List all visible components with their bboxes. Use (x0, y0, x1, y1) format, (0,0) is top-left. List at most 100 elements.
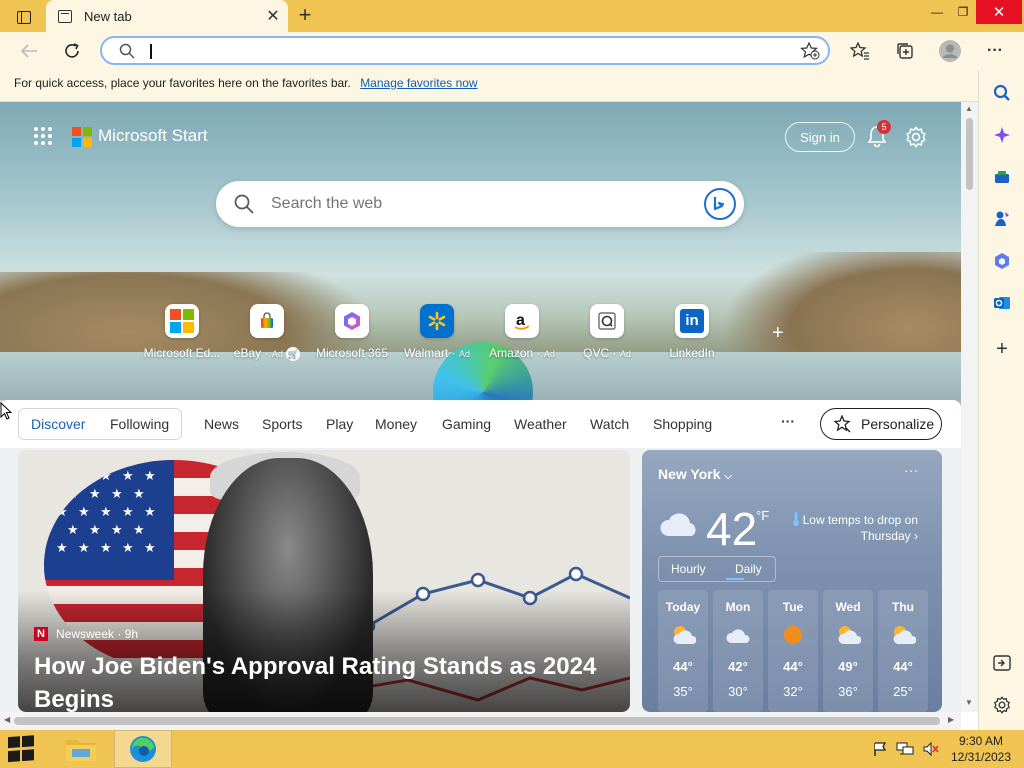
network-icon[interactable] (896, 741, 914, 757)
nav-weather[interactable]: Weather (514, 416, 567, 432)
minimize-button[interactable]: — (924, 0, 950, 24)
sidebar-m365-button[interactable] (989, 248, 1015, 274)
edge-sidebar: + (978, 70, 1024, 730)
sign-in-button[interactable]: Sign in (785, 122, 855, 152)
forecast-high: 49° (838, 659, 858, 674)
news-headline[interactable]: How Joe Biden's Approval Rating Stands a… (34, 650, 624, 712)
collections-icon (897, 43, 913, 59)
search-icon (119, 43, 135, 59)
bing-chat-button[interactable] (704, 188, 736, 220)
scroll-left-arrow-icon[interactable]: ◀ (4, 715, 10, 724)
quick-link-walmart[interactable]: Walmart · Ad (395, 304, 479, 360)
personalize-button[interactable]: Personalize (820, 408, 942, 440)
forecast-day[interactable]: Thu 44° 25° (878, 590, 928, 712)
refresh-button[interactable] (57, 36, 87, 66)
sidebar-search-button[interactable] (989, 80, 1015, 106)
quick-link-amazon[interactable]: a Amazon · Ad (480, 304, 564, 360)
vertical-scrollbar[interactable]: ▲ ▼ (961, 102, 978, 712)
taskbar-clock[interactable]: 9:30 AM 12/31/2023 (946, 733, 1016, 765)
vertical-scroll-thumb[interactable] (966, 118, 973, 190)
weather-alert[interactable]: Low temps to drop on Thursday › (792, 512, 918, 544)
web-search-input[interactable] (271, 193, 691, 215)
taskbar-edge[interactable] (114, 730, 172, 768)
nav-discover[interactable]: Discover (31, 416, 85, 432)
close-window-button[interactable]: ✕ (976, 0, 1022, 24)
tab-close-button[interactable]: ✕ (262, 5, 284, 27)
forecast-low: 35° (673, 684, 693, 699)
sidebar-games-button[interactable] (989, 206, 1015, 232)
nav-watch[interactable]: Watch (590, 416, 629, 432)
forecast-day[interactable]: Mon 42° 30° (713, 590, 763, 712)
feed-nav-bar: Discover Following News Sports Play Mone… (0, 400, 961, 448)
scroll-up-arrow-icon[interactable]: ▲ (965, 104, 973, 113)
page-content: Microsoft Start Sign in 5 Microsoft Ed..… (0, 102, 961, 712)
tab-hourly[interactable]: Hourly (671, 562, 706, 576)
nav-more-button[interactable]: ··· (781, 413, 795, 429)
toolbar: ··· (0, 32, 1024, 70)
app-launcher-icon[interactable] (34, 127, 52, 145)
nav-sports[interactable]: Sports (262, 416, 302, 432)
nav-news[interactable]: News (204, 416, 239, 432)
quick-link-label: Amazon (489, 346, 534, 360)
newsweek-logo-icon: N (34, 627, 48, 641)
collections-button[interactable] (890, 36, 920, 66)
address-bar[interactable] (100, 36, 830, 65)
address-input[interactable] (152, 41, 772, 61)
restore-button[interactable]: ❐ (950, 0, 976, 24)
sidebar-outlook-button[interactable] (989, 290, 1015, 316)
tab-actions-button[interactable] (10, 6, 38, 28)
svg-text:a: a (516, 312, 525, 329)
sidebar-add-button[interactable]: + (989, 336, 1015, 362)
volume-muted-icon[interactable] (922, 741, 940, 757)
flag-icon[interactable] (872, 741, 888, 757)
nav-money[interactable]: Money (375, 416, 417, 432)
settings-more-button[interactable]: ··· (980, 36, 1010, 66)
partly-cloudy-icon (673, 626, 697, 644)
forecast-day[interactable]: Today 44° 35° (658, 590, 708, 712)
tab-actions-icon (17, 10, 31, 24)
manage-favorites-link[interactable]: Manage favorites now (360, 76, 477, 90)
sidebar-settings-button[interactable] (989, 692, 1015, 718)
nav-shopping[interactable]: Shopping (653, 416, 712, 432)
add-favorite-icon[interactable] (800, 42, 820, 60)
tab-new-tab[interactable]: New tab ✕ (46, 0, 288, 32)
new-tab-favicon-icon (58, 9, 72, 23)
favorites-button[interactable] (845, 36, 875, 66)
quick-link-label: QVC (583, 346, 610, 360)
profile-button[interactable] (935, 36, 965, 66)
nav-following[interactable]: Following (110, 416, 169, 432)
scroll-right-arrow-icon[interactable]: ▶ (948, 715, 954, 724)
horizontal-scroll-thumb[interactable] (14, 717, 940, 725)
weather-location[interactable]: New York ⌵ (658, 466, 732, 482)
forecast-day[interactable]: Wed 49° 36° (823, 590, 873, 712)
quick-link-microsoft-edge[interactable]: Microsoft Ed... (140, 304, 224, 360)
forecast-day[interactable]: Tue 44° 32° (768, 590, 818, 712)
quick-link-ebay[interactable]: eBay · Ad 🛒 (225, 304, 309, 361)
sidebar-shopping-button[interactable] (989, 164, 1015, 190)
top-story-card[interactable]: ★ ★ ★ ★ ★ ★ ★ ★ ★ ★ ★ ★ ★ ★ ★ ★ ★ ★ ★ ★ ★ ★ ★ N Newsweek ·… (18, 450, 630, 712)
page-settings-gear-icon[interactable] (905, 126, 927, 148)
quick-link-qvc[interactable]: QVC · Ad (565, 304, 649, 360)
weather-more-button[interactable]: ··· (904, 462, 918, 478)
quick-link-linkedin[interactable]: in LinkedIn (650, 304, 734, 360)
sidebar-copilot-button[interactable] (989, 122, 1015, 148)
scroll-down-arrow-icon[interactable]: ▼ (965, 698, 973, 707)
windows-start-button[interactable] (8, 735, 40, 763)
forecast-day-name: Wed (835, 600, 861, 614)
nav-play[interactable]: Play (326, 416, 353, 432)
add-quick-link-icon[interactable]: + (772, 322, 784, 345)
outlook-icon (994, 297, 1010, 309)
horizontal-scrollbar[interactable]: ◀ ▶ (0, 712, 961, 730)
forecast-day-name: Mon (725, 600, 751, 614)
nav-gaming[interactable]: Gaming (442, 416, 491, 432)
weather-card[interactable]: New York ⌵ ··· 42 °F Low temps to drop o… (642, 450, 942, 712)
taskbar-file-explorer[interactable] (52, 730, 110, 768)
back-button[interactable] (14, 36, 44, 66)
tab-daily[interactable]: Daily (735, 562, 762, 576)
partly-cloudy-icon (893, 626, 917, 644)
quick-link-microsoft-365[interactable]: Microsoft 365 (310, 304, 394, 360)
qvc-icon (590, 304, 624, 338)
web-search-box[interactable] (216, 181, 744, 227)
new-tab-button[interactable]: + (292, 4, 318, 28)
sidebar-hide-button[interactable] (989, 650, 1015, 676)
